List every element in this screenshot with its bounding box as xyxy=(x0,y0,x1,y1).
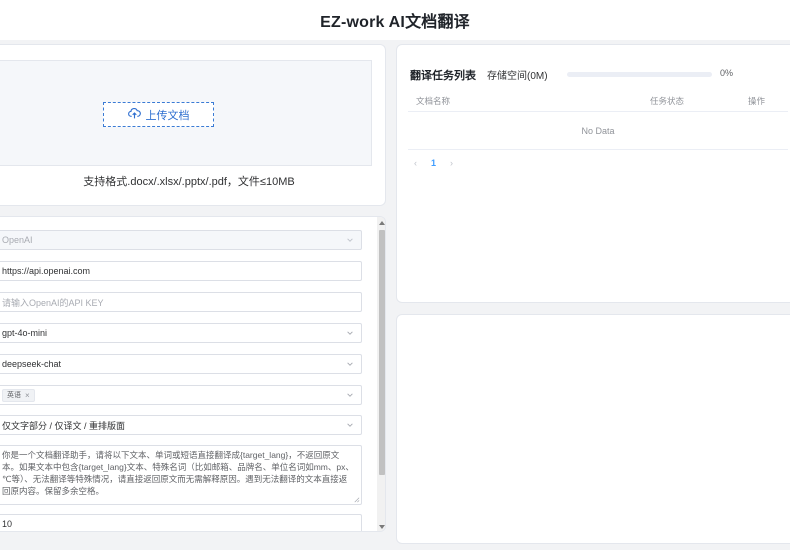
api-url-input[interactable]: https://api.openai.com xyxy=(0,261,362,281)
language-tag: 英语 × xyxy=(2,388,35,402)
translate-mode-value: 仅文字部分 / 仅译文 / 重排版面 xyxy=(2,420,126,431)
table-header: 文档名称 任务状态 操作 xyxy=(408,89,788,112)
column-header-status: 任务状态 xyxy=(650,96,685,106)
resize-grip-icon[interactable] xyxy=(353,496,360,503)
chevron-down-icon xyxy=(347,331,353,335)
storage-progress-bar xyxy=(567,72,712,77)
chevron-down-icon xyxy=(347,238,353,242)
app-header: EZ-work AI文档翻译 xyxy=(0,0,790,40)
preview-panel xyxy=(396,314,790,544)
provider-value: OpenAI xyxy=(2,235,33,245)
pagination: ‹ 1 › xyxy=(414,158,453,168)
pagination-page-1[interactable]: 1 xyxy=(431,158,436,168)
target-language-select[interactable]: 英语 × xyxy=(0,385,362,405)
settings-scrollbar[interactable] xyxy=(377,217,385,531)
api-key-input[interactable]: 请输入OpenAI的API KEY xyxy=(0,292,362,312)
scroll-down-arrow[interactable] xyxy=(379,525,385,529)
threads-value: 10 xyxy=(2,519,13,529)
model-select[interactable]: gpt-4o-mini xyxy=(0,323,362,343)
task-table: 文档名称 任务状态 操作 No Data xyxy=(408,89,788,150)
tag-close-icon[interactable]: × xyxy=(25,391,30,400)
chevron-down-icon xyxy=(347,362,353,366)
upload-card: 上传文档 支持格式.docx/.xlsx/.pptx/.pdf，文件≤10MB xyxy=(0,44,386,206)
page-title: EZ-work AI文档翻译 xyxy=(320,14,470,31)
settings-form: OpenAI https://api.openai.com 请输入OpenAI的… xyxy=(0,217,377,531)
backup-model-select[interactable]: deepseek-chat xyxy=(0,354,362,374)
prompt-text: 你是一个文档翻译助手，请将以下文本、单词或短语直接翻译成{target_lang… xyxy=(2,450,354,496)
scrollbar-thumb[interactable] xyxy=(379,230,385,475)
api-key-placeholder: 请输入OpenAI的API KEY xyxy=(2,297,104,308)
upload-button[interactable]: 上传文档 xyxy=(103,102,214,127)
pagination-next-button[interactable]: › xyxy=(450,158,453,168)
upload-format-hint: 支持格式.docx/.xlsx/.pptx/.pdf，文件≤10MB xyxy=(83,176,295,188)
settings-card: OpenAI https://api.openai.com 请输入OpenAI的… xyxy=(0,216,386,532)
backup-model-value: deepseek-chat xyxy=(2,359,62,369)
table-empty-state: No Data xyxy=(408,112,788,150)
pagination-prev-button[interactable]: ‹ xyxy=(414,158,417,168)
language-tag-label: 英语 xyxy=(7,392,21,399)
model-value: gpt-4o-mini xyxy=(2,328,48,338)
storage-progress-text: 0% xyxy=(720,68,734,78)
api-url-value: https://api.openai.com xyxy=(2,266,91,276)
task-list-card: 翻译任务列表 存储空间(0M) 0% 文档名称 任务状态 操作 No Data … xyxy=(396,44,790,303)
chevron-down-icon xyxy=(347,393,353,397)
scroll-up-arrow[interactable] xyxy=(379,221,385,225)
upload-button-label: 上传文档 xyxy=(145,109,190,122)
chevron-down-icon xyxy=(347,423,353,427)
task-list-title: 翻译任务列表 xyxy=(410,70,476,82)
column-header-actions: 操作 xyxy=(748,96,766,106)
prompt-textarea[interactable]: 你是一个文档翻译助手，请将以下文本、单词或短语直接翻译成{target_lang… xyxy=(0,445,362,505)
cloud-upload-icon xyxy=(127,107,141,123)
column-header-filename: 文档名称 xyxy=(416,96,451,106)
storage-label: 存储空间(0M) xyxy=(487,71,548,82)
provider-select[interactable]: OpenAI xyxy=(0,230,362,250)
upload-dropzone[interactable]: 上传文档 xyxy=(0,60,372,166)
translate-mode-select[interactable]: 仅文字部分 / 仅译文 / 重排版面 xyxy=(0,415,362,435)
threads-input[interactable]: 10 xyxy=(0,514,362,531)
